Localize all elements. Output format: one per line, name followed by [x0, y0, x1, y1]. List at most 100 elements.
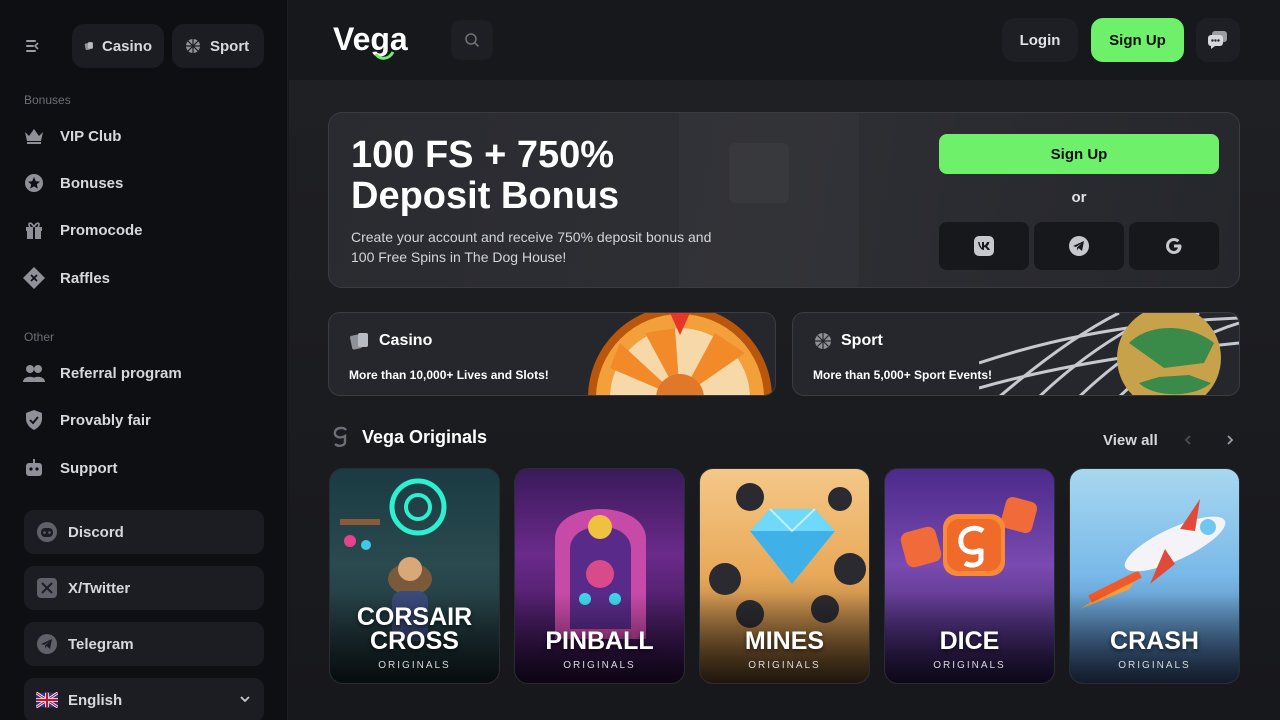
game-card-title: MINES — [744, 627, 825, 655]
shield-icon — [22, 408, 46, 432]
game-card-title: CORSAIR CROSS — [330, 603, 499, 655]
ticket-icon — [22, 266, 46, 290]
game-card-tag: ORIGINALS — [933, 660, 1006, 671]
sidebar-item-label: Support — [60, 459, 118, 477]
game-card-tag: ORIGINALS — [378, 660, 451, 671]
casino-card-title: Casino — [349, 331, 432, 351]
signup-button[interactable]: Sign Up — [1091, 18, 1184, 62]
sidebar: Casino Sport Bonuses VIP Club Bonuses Pr… — [0, 0, 288, 720]
telegram-login-button[interactable] — [1034, 222, 1124, 270]
social-label: X/Twitter — [68, 579, 131, 597]
casino-category-card[interactable]: Casino More than 10,000+ Lives and Slots… — [328, 312, 776, 396]
sidebar-item-referral-program[interactable]: Referral program — [22, 355, 262, 391]
bonuses-heading: Bonuses — [24, 93, 71, 107]
chat-icon — [1208, 31, 1227, 49]
crown-icon — [22, 124, 46, 148]
sport-card-title: Sport — [813, 331, 883, 351]
language-selector[interactable]: English — [24, 678, 264, 720]
social-telegram-button[interactable]: Telegram — [24, 622, 264, 666]
tab-casino[interactable]: Casino — [72, 24, 164, 68]
hero-description: Create your account and receive 750% dep… — [351, 229, 712, 265]
fortune-wheel-image — [588, 313, 772, 395]
sidebar-item-promocode[interactable]: Promocode — [22, 212, 262, 248]
game-card-corsair-cross[interactable]: CORSAIR CROSS ORIGINALS — [329, 468, 500, 684]
tab-sport-label: Sport — [210, 37, 250, 55]
hero-signup-button[interactable]: Sign Up — [939, 134, 1219, 174]
sidebar-item-bonuses[interactable]: Bonuses — [22, 165, 262, 201]
game-card-title: DICE — [939, 627, 1000, 655]
social-label: Discord — [68, 523, 124, 541]
login-button[interactable]: Login — [1002, 18, 1078, 62]
google-icon — [1166, 238, 1182, 254]
sidebar-item-label: Referral program — [60, 364, 182, 382]
sidebar-item-provably-fair[interactable]: Provably fair — [22, 402, 262, 438]
sidebar-item-label: VIP Club — [60, 127, 122, 145]
casino-card-subtitle: More than 10,000+ Lives and Slots! — [349, 368, 549, 382]
x-icon — [36, 577, 58, 599]
tab-sport[interactable]: Sport — [172, 24, 264, 68]
search-button[interactable] — [451, 20, 493, 60]
sport-card-subtitle: More than 5,000+ Sport Events! — [813, 368, 993, 382]
hero-or-label: or — [1071, 189, 1087, 206]
hero-title: 100 FS + 750% Deposit Bonus — [351, 135, 771, 217]
chevron-left-icon — [1184, 435, 1191, 445]
ball-icon — [815, 333, 831, 349]
social-discord-button[interactable]: Discord — [24, 510, 264, 554]
robot-icon — [22, 456, 46, 480]
users-icon — [22, 361, 46, 385]
originals-header: Vega Originals — [332, 426, 487, 448]
chevron-right-icon — [1227, 435, 1234, 445]
svg-text:Vega: Vega — [333, 21, 408, 57]
game-card-crash[interactable]: CRASH ORIGINALS — [1069, 468, 1240, 684]
uk-flag-icon — [36, 689, 58, 711]
cards-icon — [84, 42, 93, 51]
game-card-title-line: CROSS — [370, 627, 459, 655]
football-net-image — [979, 313, 1239, 395]
vega-logo[interactable]: Vega — [333, 18, 419, 62]
game-card-title: PINBALL — [545, 627, 654, 655]
sidebar-item-label: Bonuses — [60, 174, 124, 192]
discord-icon — [36, 521, 58, 543]
sidebar-item-raffles[interactable]: Raffles — [22, 260, 262, 296]
collapse-menu-button[interactable] — [22, 34, 46, 58]
carousel-prev-button[interactable] — [1178, 430, 1198, 450]
google-login-button[interactable] — [1129, 222, 1219, 270]
chevron-down-icon — [238, 692, 252, 710]
other-heading: Other — [24, 330, 55, 344]
game-card-pinball[interactable]: PINBALL ORIGINALS — [514, 468, 685, 684]
ball-icon — [186, 39, 200, 53]
hero-banner: 100 FS + 750% Deposit Bonus Create your … — [328, 112, 1240, 288]
game-card-title: CRASH — [1110, 627, 1199, 655]
chat-button[interactable] — [1196, 18, 1240, 62]
vega-g-icon — [333, 426, 347, 447]
gift-icon — [22, 218, 46, 242]
social-label: Telegram — [68, 635, 134, 653]
vk-login-button[interactable] — [939, 222, 1029, 270]
hero-title-line: 100 FS + 750% — [351, 134, 615, 176]
tab-casino-label: Casino — [101, 37, 152, 55]
game-card-dice[interactable]: DICE ORIGINALS — [884, 468, 1055, 684]
carousel-next-button[interactable] — [1220, 430, 1240, 450]
menu-collapse-icon — [26, 40, 39, 52]
sidebar-item-support[interactable]: Support — [22, 450, 262, 486]
sidebar-item-label: Provably fair — [60, 411, 151, 429]
game-card-tag: ORIGINALS — [1118, 660, 1191, 671]
top-bar: Vega Login Sign Up — [289, 0, 1280, 80]
star-badge-icon — [22, 171, 46, 195]
game-card-title-line: CORSAIR — [356, 603, 473, 631]
casino-card-label: Casino — [379, 332, 433, 349]
cards-icon — [350, 333, 368, 350]
social-x-twitter-button[interactable]: X/Twitter — [24, 566, 264, 610]
hero-title-line: Deposit Bonus — [351, 175, 620, 217]
sport-category-card[interactable]: Sport More than 5,000+ Sport Events! — [792, 312, 1240, 396]
search-icon — [465, 33, 480, 48]
game-card-tag: ORIGINALS — [563, 660, 636, 671]
vk-icon — [974, 236, 994, 256]
telegram-icon — [1069, 236, 1089, 256]
view-all-link[interactable]: View all — [1103, 432, 1158, 449]
sidebar-item-vip-club[interactable]: VIP Club — [22, 118, 262, 154]
language-label: English — [68, 691, 123, 709]
game-card-mines[interactable]: MINES ORIGINALS — [699, 468, 870, 684]
game-card-tag: ORIGINALS — [748, 660, 821, 671]
originals-title: Vega Originals — [362, 426, 488, 447]
